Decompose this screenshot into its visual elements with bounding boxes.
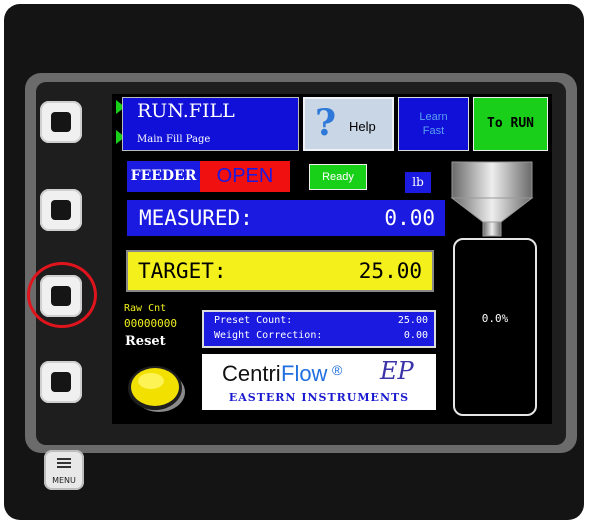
raw-count-label: Raw Cnt bbox=[124, 303, 167, 314]
menu-button[interactable]: MENU bbox=[44, 450, 84, 490]
measured-display: MEASURED: 0.00 bbox=[127, 200, 445, 236]
hopper-icon bbox=[450, 161, 534, 237]
logo-flow-text: Flow bbox=[281, 361, 328, 386]
measured-label: MEASURED: bbox=[139, 206, 253, 230]
learn-fast-line2: Fast bbox=[422, 125, 445, 137]
side-button-4-face bbox=[51, 372, 71, 392]
menu-icon bbox=[57, 458, 71, 460]
side-button-1[interactable] bbox=[40, 101, 82, 143]
target-label: TARGET: bbox=[138, 259, 227, 283]
target-display[interactable]: TARGET: 25.00 bbox=[126, 250, 434, 292]
preset-info-box: Preset Count: 25.00 Weight Correction: 0… bbox=[202, 310, 436, 348]
menu-label: MENU bbox=[52, 476, 76, 485]
logo-registered-mark: ® bbox=[332, 362, 343, 378]
target-value: 25.00 bbox=[358, 259, 422, 283]
fill-percent: 0.0% bbox=[481, 312, 509, 325]
preset-count-value: 25.00 bbox=[397, 315, 428, 326]
question-mark-icon: ? bbox=[315, 102, 337, 144]
side-button-2-face bbox=[51, 200, 71, 220]
side-button-1-face bbox=[51, 112, 71, 132]
unit-badge: lb bbox=[405, 172, 431, 193]
raw-count-value: 00000000 bbox=[124, 317, 177, 330]
side-button-4[interactable] bbox=[40, 361, 82, 403]
help-button[interactable]: ? Help bbox=[303, 97, 394, 151]
company-name: EASTERN INSTRUMENTS bbox=[228, 391, 410, 404]
highlight-circle bbox=[27, 262, 97, 328]
fill-level-gauge: 0.0% bbox=[453, 238, 537, 416]
weight-correction-value: 0.00 bbox=[403, 330, 428, 341]
ready-status-badge: Ready bbox=[309, 164, 367, 190]
weight-correction-label: Weight Correction: bbox=[214, 330, 323, 341]
reset-label: Reset bbox=[125, 334, 166, 349]
feeder-label: FEEDER bbox=[127, 161, 200, 192]
centriflow-logo: Centri Flow ® EP EASTERN INSTRUMENTS bbox=[202, 354, 436, 410]
learn-fast-line1: Learn bbox=[419, 111, 448, 123]
to-run-button[interactable]: To RUN bbox=[473, 97, 548, 151]
feeder-state: OPEN bbox=[200, 161, 290, 192]
reset-button[interactable] bbox=[125, 358, 187, 414]
page-subtitle: Main Fill Page bbox=[137, 134, 211, 145]
page-title: RUN.FILL bbox=[137, 100, 235, 122]
ep-logo-mark: EP bbox=[380, 357, 414, 385]
preset-count-label: Preset Count: bbox=[214, 315, 293, 326]
measured-value: 0.00 bbox=[384, 206, 435, 230]
side-button-2[interactable] bbox=[40, 189, 82, 231]
learn-fast-button[interactable]: Learn Fast bbox=[398, 97, 469, 151]
help-label: Help bbox=[349, 119, 376, 134]
logo-centri-text: Centri bbox=[222, 361, 281, 386]
